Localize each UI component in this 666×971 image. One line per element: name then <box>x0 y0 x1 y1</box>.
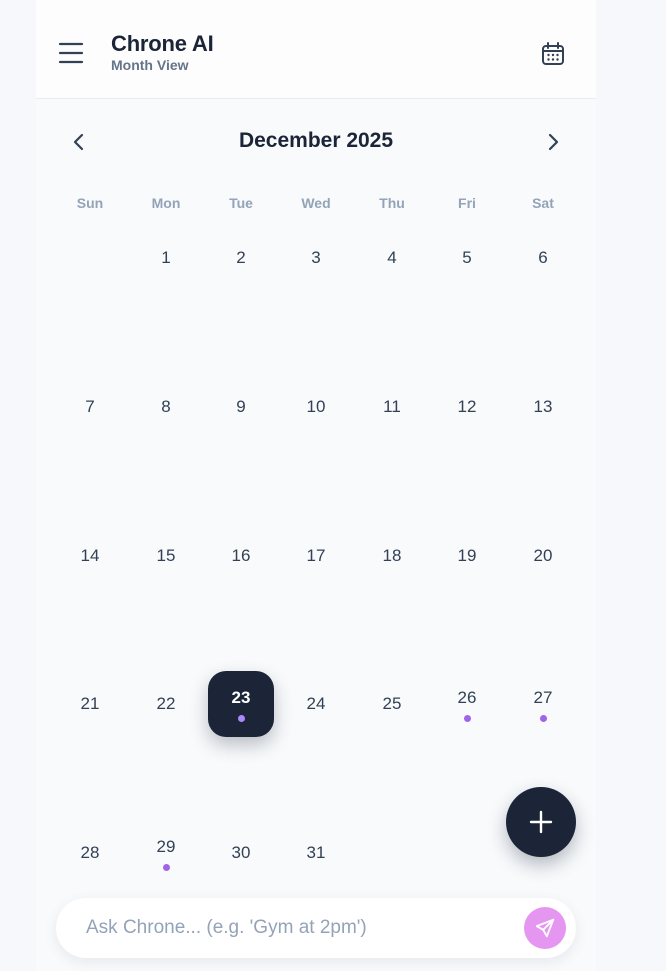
day-number: 14 <box>80 546 100 565</box>
app-window: Chrone AI Month View December 2025 Sun M… <box>36 0 596 971</box>
calendar-day[interactable]: 21 <box>57 671 123 737</box>
day-number: 18 <box>382 546 402 565</box>
day-number: 9 <box>236 397 246 416</box>
calendar-day[interactable]: 4 <box>359 225 425 291</box>
calendar-day[interactable]: 11 <box>359 374 425 440</box>
day-number: 10 <box>306 397 326 416</box>
calendar-day[interactable]: 18 <box>359 523 425 589</box>
day-number: 25 <box>382 694 402 713</box>
calendar-day[interactable]: 8 <box>133 374 199 440</box>
event-dot <box>540 715 547 722</box>
day-number: 13 <box>533 397 553 416</box>
day-number: 2 <box>236 248 246 267</box>
chat-bar <box>56 898 576 958</box>
day-number: 5 <box>462 248 472 267</box>
day-number: 22 <box>156 694 176 713</box>
calendar-day[interactable]: 6 <box>510 225 576 291</box>
calendar-day[interactable]: 10 <box>283 374 349 440</box>
day-number: 23 <box>231 688 251 707</box>
day-number: 29 <box>156 837 176 856</box>
calendar-day[interactable]: 13 <box>510 374 576 440</box>
day-number: 31 <box>306 843 326 862</box>
day-number: 21 <box>80 694 100 713</box>
calendar-day[interactable]: 26 <box>434 671 500 737</box>
calendar-day[interactable]: 2 <box>208 225 274 291</box>
day-number: 27 <box>533 688 553 707</box>
day-number: 28 <box>80 843 100 862</box>
event-dot <box>464 715 471 722</box>
day-number: 1 <box>161 248 171 267</box>
event-dot <box>238 715 245 722</box>
day-number: 16 <box>231 546 251 565</box>
send-icon <box>535 918 555 938</box>
calendar-day[interactable]: 17 <box>283 523 349 589</box>
day-number: 12 <box>457 397 477 416</box>
calendar-day[interactable]: 9 <box>208 374 274 440</box>
day-number: 15 <box>156 546 176 565</box>
chat-input[interactable] <box>86 913 506 943</box>
day-number: 4 <box>387 248 397 267</box>
calendar-day[interactable]: 15 <box>133 523 199 589</box>
calendar-day[interactable]: 7 <box>57 374 123 440</box>
day-number: 20 <box>533 546 553 565</box>
day-number: 11 <box>383 397 401 416</box>
calendar-day[interactable]: 3 <box>283 225 349 291</box>
calendar-day[interactable]: 16 <box>208 523 274 589</box>
calendar-day[interactable]: 12 <box>434 374 500 440</box>
calendar-day[interactable]: 1 <box>133 225 199 291</box>
calendar-day[interactable]: 31 <box>283 820 349 886</box>
calendar-day[interactable]: 28 <box>57 820 123 886</box>
day-number: 3 <box>311 248 321 267</box>
day-number: 26 <box>457 688 477 707</box>
day-number: 6 <box>538 248 548 267</box>
add-event-button[interactable] <box>506 787 576 857</box>
event-dot <box>163 864 170 871</box>
calendar-day[interactable]: 27 <box>510 671 576 737</box>
calendar-day[interactable]: 30 <box>208 820 274 886</box>
calendar-day[interactable]: 20 <box>510 523 576 589</box>
day-number: 30 <box>231 843 251 862</box>
calendar-day[interactable]: 29 <box>133 820 199 886</box>
calendar-day[interactable]: 25 <box>359 671 425 737</box>
day-number: 19 <box>457 546 477 565</box>
calendar-day[interactable]: 24 <box>283 671 349 737</box>
day-number: 8 <box>161 397 171 416</box>
calendar-day[interactable]: 5 <box>434 225 500 291</box>
calendar-day[interactable]: 14 <box>57 523 123 589</box>
day-number: 7 <box>85 397 95 416</box>
day-number: 24 <box>306 694 326 713</box>
calendar-day[interactable]: 19 <box>434 523 500 589</box>
calendar-day-selected[interactable]: 23 <box>208 671 274 737</box>
day-number: 17 <box>306 546 326 565</box>
send-button[interactable] <box>524 907 566 949</box>
calendar-day[interactable]: 22 <box>133 671 199 737</box>
plus-icon <box>529 810 553 834</box>
